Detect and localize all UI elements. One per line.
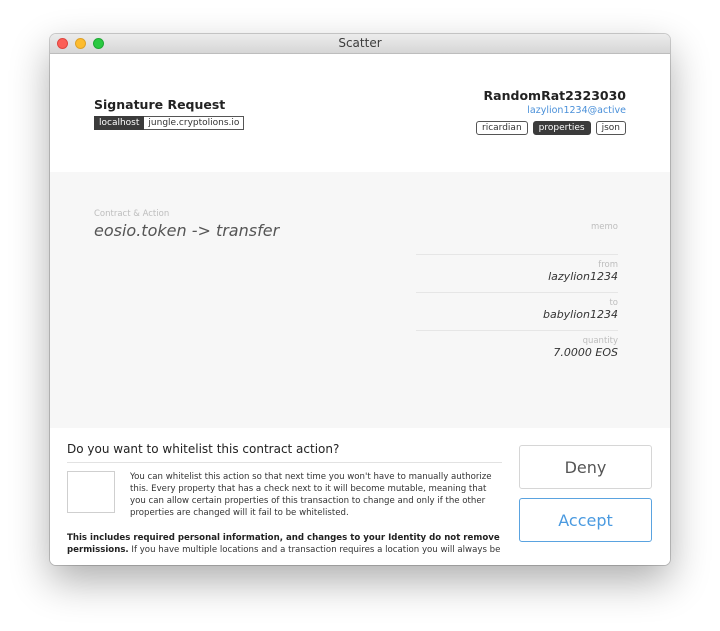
action-properties: memo from lazylion1234 to babylion1234 q… (416, 217, 618, 368)
contract-action-label: Contract & Action (94, 209, 170, 219)
origin-tag: localhost (94, 116, 145, 130)
property-value: babylion1234 (542, 308, 618, 321)
origin-host: jungle.cryptolions.io (144, 116, 245, 130)
view-tabs: ricardian properties json (476, 121, 626, 135)
property-value: 7.0000 EOS (553, 346, 618, 359)
account-name: RandomRat2323030 (483, 88, 626, 103)
contract-action-value: eosio.token -> transfer (94, 221, 280, 240)
warning-text: If you have multiple locations and a tra… (128, 545, 501, 555)
whitelist-question: Do you want to whitelist this contract a… (67, 442, 502, 463)
whitelist-checkbox[interactable] (67, 471, 115, 513)
property-label: from (598, 260, 618, 270)
property-row-memo: memo (416, 217, 618, 255)
accept-button[interactable]: Accept (519, 498, 652, 542)
tab-ricardian[interactable]: ricardian (476, 121, 528, 135)
request-header: Signature Request localhost jungle.crypt… (50, 54, 670, 172)
tab-json[interactable]: json (595, 121, 626, 135)
property-row-from: from lazylion1234 (416, 255, 618, 293)
property-label: memo (591, 222, 618, 232)
property-label: to (609, 298, 618, 308)
property-value: lazylion1234 (548, 270, 618, 283)
page-title: Signature Request (94, 97, 226, 112)
property-row-to: to babylion1234 (416, 293, 618, 331)
action-details: Contract & Action eosio.token -> transfe… (50, 172, 670, 428)
property-label: quantity (582, 336, 618, 346)
whitelist-warning: This includes required personal informat… (67, 532, 502, 556)
deny-button[interactable]: Deny (519, 445, 652, 489)
scatter-window: Scatter Signature Request localhost jung… (50, 34, 670, 565)
property-row-quantity: quantity 7.0000 EOS (416, 331, 618, 368)
title-bar: Scatter (50, 34, 670, 54)
tab-properties[interactable]: properties (532, 121, 591, 135)
origin-badge: localhost jungle.cryptolions.io (94, 116, 245, 130)
whitelist-description: You can whitelist this action so that ne… (130, 472, 492, 518)
whitelist-panel: Do you want to whitelist this contract a… (50, 428, 670, 565)
window-title: Scatter (338, 36, 382, 50)
account-permission-link[interactable]: lazylion1234@active (527, 105, 626, 116)
